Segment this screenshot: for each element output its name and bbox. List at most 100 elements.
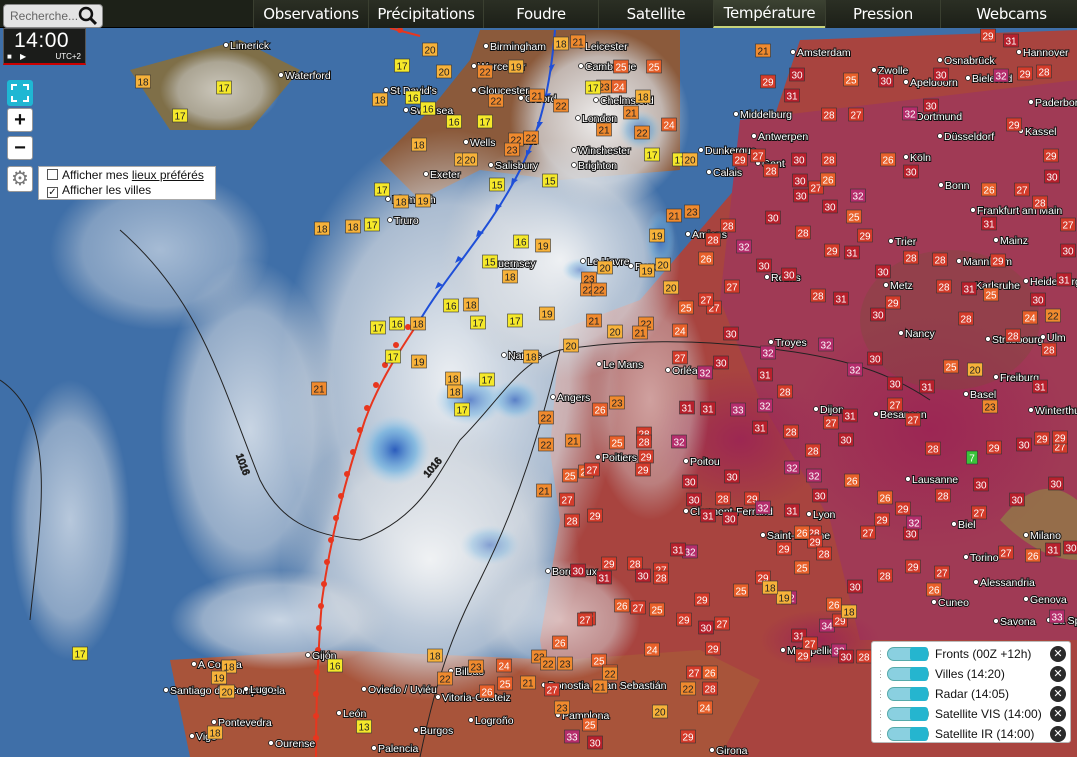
temperature-badge[interactable]: 15	[489, 177, 505, 192]
temperature-badge[interactable]: 23	[684, 204, 700, 219]
temperature-badge[interactable]: 25	[646, 59, 662, 74]
tab-satellite[interactable]: Satellite	[598, 0, 713, 28]
temperature-badge[interactable]: 30	[791, 152, 807, 167]
remove-layer-icon[interactable]: ✕	[1050, 706, 1066, 722]
search-box[interactable]: Recherche...	[3, 4, 103, 28]
temperature-badge[interactable]: 28	[805, 443, 821, 458]
temperature-badge[interactable]: 31	[700, 508, 716, 523]
temperature-badge[interactable]: 18	[762, 580, 778, 595]
temperature-badge[interactable]: 17	[370, 320, 386, 335]
temperature-badge[interactable]: 18	[447, 384, 463, 399]
temperature-badge[interactable]: 27	[698, 292, 714, 307]
temperature-badge[interactable]: 29	[824, 243, 840, 258]
temperature-badge[interactable]: 27	[802, 636, 818, 651]
temperature-badge[interactable]: 29	[905, 559, 921, 574]
temperature-badge[interactable]: 20	[682, 152, 698, 167]
temperature-badge[interactable]: 28	[653, 570, 669, 585]
temperature-badge[interactable]: 30	[781, 267, 797, 282]
temperature-badge[interactable]: 21	[520, 675, 536, 690]
temperature-badge[interactable]: 25	[943, 359, 959, 374]
temperature-badge[interactable]: 30	[933, 67, 949, 82]
temperature-badge[interactable]: 21	[755, 43, 771, 58]
temperature-badge[interactable]: 17	[385, 349, 401, 364]
city-marker[interactable]: Winchester	[571, 144, 632, 158]
temperature-badge[interactable]: 22	[634, 125, 650, 140]
temperature-badge[interactable]: 30	[973, 477, 989, 492]
temperature-badge[interactable]: 28	[627, 556, 643, 571]
temperature-badge[interactable]: 31	[1032, 379, 1048, 394]
temperature-badge[interactable]: 26	[794, 525, 810, 540]
temperature-badge[interactable]: 23	[982, 399, 998, 414]
temperature-badge[interactable]: 30	[867, 351, 883, 366]
favorites-checkbox[interactable]	[47, 169, 58, 180]
temperature-badge[interactable]: 15	[482, 254, 498, 269]
temperature-badge[interactable]: 32	[902, 106, 918, 121]
temperature-badge[interactable]: 29	[760, 74, 776, 89]
temperature-badge[interactable]: 22	[540, 656, 556, 671]
temperature-badge[interactable]: 20	[219, 684, 235, 699]
temperature-badge[interactable]: 28	[705, 232, 721, 247]
temperature-badge[interactable]: 29	[895, 501, 911, 516]
city-marker[interactable]: Exeter	[423, 168, 462, 182]
city-marker[interactable]: Waterford	[278, 69, 332, 83]
temperature-badge[interactable]: 19	[649, 228, 665, 243]
temperature-badge[interactable]: 18	[393, 194, 409, 209]
temperature-badge[interactable]: 30	[838, 432, 854, 447]
temperature-badge[interactable]: 29	[680, 729, 696, 744]
city-marker[interactable]: Lausanne	[905, 473, 959, 487]
temperature-badge[interactable]: 17	[394, 58, 410, 73]
temperature-badge[interactable]: 28	[821, 152, 837, 167]
temperature-badge[interactable]: 18	[445, 371, 461, 386]
temperature-badge[interactable]: 18	[502, 269, 518, 284]
tab-observations[interactable]: Observations	[253, 0, 368, 28]
city-marker[interactable]: Amsterdam	[790, 46, 852, 60]
temperature-badge[interactable]: 27	[998, 545, 1014, 560]
search-icon[interactable]	[78, 6, 98, 26]
temperature-badge[interactable]: 29	[874, 512, 890, 527]
temperature-badge[interactable]: 32	[806, 468, 822, 483]
temperature-badge[interactable]: 20	[597, 260, 613, 275]
temperature-badge[interactable]: 31	[757, 367, 773, 382]
temperature-badge[interactable]: 31	[1056, 272, 1072, 287]
temperature-badge[interactable]: 31	[844, 245, 860, 260]
temperature-badge[interactable]: 24	[1022, 310, 1038, 325]
city-marker[interactable]: Birmingham	[483, 40, 547, 54]
temperature-badge[interactable]: 30	[1009, 492, 1025, 507]
opacity-slider[interactable]	[887, 727, 929, 741]
temperature-badge[interactable]: 25	[562, 468, 578, 483]
city-marker[interactable]: Milano	[1023, 529, 1062, 543]
drag-handle-icon[interactable]: ⋮	[876, 729, 885, 740]
temperature-badge[interactable]: 29	[990, 253, 1006, 268]
temperature-badge[interactable]: 22	[477, 64, 493, 79]
layer-row-radar[interactable]: ⋮ Radar (14:05) ✕	[876, 684, 1066, 704]
temperature-badge[interactable]: 33	[730, 402, 746, 417]
temperature-badge[interactable]: 20	[462, 152, 478, 167]
city-marker[interactable]: Ourense	[268, 737, 316, 751]
temperature-badge[interactable]: 28	[715, 491, 731, 506]
favorites-link[interactable]: lieux préférés	[132, 168, 204, 182]
temperature-badge[interactable]: 18	[523, 349, 539, 364]
temperature-badge[interactable]: 7	[966, 450, 978, 465]
city-marker[interactable]: Kassel	[1018, 125, 1058, 139]
drag-handle-icon[interactable]: ⋮	[876, 689, 885, 700]
temperature-badge[interactable]: 29	[601, 556, 617, 571]
temperature-badge[interactable]: 18	[635, 89, 651, 104]
city-marker[interactable]: Middelburg	[733, 108, 793, 122]
temperature-badge[interactable]: 17	[364, 217, 380, 232]
temperature-badge[interactable]: 21	[529, 88, 545, 103]
temperature-badge[interactable]: 32	[760, 345, 776, 360]
temperature-badge[interactable]: 28	[936, 279, 952, 294]
temperature-badge[interactable]: 17	[172, 108, 188, 123]
temperature-badge[interactable]: 30	[812, 488, 828, 503]
temperature-badge[interactable]: 28	[856, 649, 872, 664]
temperature-badge[interactable]: 21	[311, 381, 327, 396]
temperature-badge[interactable]: 25	[609, 435, 625, 450]
city-marker[interactable]: Burgos	[413, 724, 454, 738]
temperature-badge[interactable]: 19	[211, 670, 227, 685]
temperature-badge[interactable]: 31	[842, 408, 858, 423]
temperature-badge[interactable]: 28	[932, 252, 948, 267]
temperature-badge[interactable]: 18	[314, 221, 330, 236]
temperature-badge[interactable]: 28	[720, 218, 736, 233]
temperature-badge[interactable]: 30	[1044, 169, 1060, 184]
tab-precipitations[interactable]: Précipitations	[368, 0, 483, 28]
